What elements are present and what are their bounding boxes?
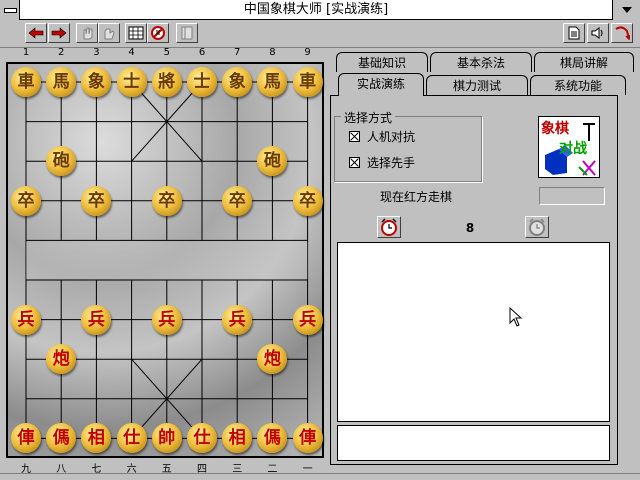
board-button[interactable] xyxy=(125,23,147,43)
undo-button[interactable] xyxy=(25,23,47,43)
move-list[interactable] xyxy=(337,242,610,422)
message-box xyxy=(337,425,610,461)
stop-button[interactable] xyxy=(147,23,169,43)
black-piece[interactable]: 車 xyxy=(11,67,41,97)
file-number-top-5: 5 xyxy=(163,47,170,58)
right-arrow-icon xyxy=(51,27,67,39)
book-icon xyxy=(181,26,193,40)
human-vs-computer-label: 人机对抗 xyxy=(367,130,416,144)
stop-icon xyxy=(151,26,165,40)
file-number-top-8: 8 xyxy=(269,47,276,58)
turn-status: 现在红方走棋 xyxy=(380,190,453,204)
system-menu-button[interactable] xyxy=(0,0,20,20)
red-piece[interactable]: 兵 xyxy=(11,304,41,335)
sound-button[interactable] xyxy=(587,23,609,43)
red-clock-button[interactable] xyxy=(377,216,401,238)
black-piece[interactable]: 士 xyxy=(116,67,147,97)
red-piece[interactable]: 帥 xyxy=(151,423,182,454)
black-piece[interactable]: 將 xyxy=(151,67,182,97)
document-button[interactable] xyxy=(563,23,585,43)
logo-text-1: 象棋 xyxy=(541,120,569,137)
logo-graphic: 象棋 对战 xyxy=(539,117,599,177)
black-piece[interactable]: 象 xyxy=(222,67,253,97)
file-numbers-bottom: 九八七六五四三二一 xyxy=(6,460,321,475)
tab-row1-0[interactable]: 基础知识 xyxy=(336,52,428,72)
black-piece[interactable]: 士 xyxy=(187,67,217,97)
file-number-top-3: 3 xyxy=(93,47,100,58)
alarm-clock-icon-2 xyxy=(529,218,545,236)
hand-button-2[interactable] xyxy=(98,23,120,43)
file-number-top-9: 9 xyxy=(304,47,311,58)
bottom-divider xyxy=(0,473,640,474)
red-piece[interactable]: 仕 xyxy=(116,423,147,454)
status-value-box xyxy=(539,187,605,205)
hand-icon xyxy=(83,27,93,40)
exit-icon xyxy=(615,26,630,40)
hand-icon-2 xyxy=(104,28,115,40)
river xyxy=(26,241,308,279)
black-piece[interactable]: 卒 xyxy=(222,185,253,216)
window-title: 中国象棋大师 [实战演练] xyxy=(243,2,389,17)
document-icon xyxy=(568,26,580,40)
tab-row1-1[interactable]: 基本杀法 xyxy=(430,52,532,72)
board-grid xyxy=(25,81,309,439)
chess-board[interactable] xyxy=(6,62,324,458)
human-vs-computer-checkbox[interactable] xyxy=(349,131,360,142)
red-piece[interactable]: 兵 xyxy=(151,304,182,335)
red-piece[interactable]: 兵 xyxy=(292,304,323,335)
black-piece[interactable]: 車 xyxy=(292,67,323,97)
select-mode-title: 选择方式 xyxy=(341,109,396,126)
black-piece[interactable]: 卒 xyxy=(81,185,112,216)
red-piece[interactable]: 兵 xyxy=(222,304,253,335)
file-number-top-4: 4 xyxy=(128,47,135,58)
minimize-button[interactable] xyxy=(612,0,640,20)
hand-button[interactable] xyxy=(76,23,98,43)
sound-icon xyxy=(591,27,603,39)
file-number-top-7: 7 xyxy=(234,47,241,58)
red-piece[interactable]: 俥 xyxy=(292,423,323,454)
exit-button[interactable] xyxy=(611,23,633,43)
redo-button[interactable] xyxy=(48,23,70,43)
tab-row1-2[interactable]: 棋局讲解 xyxy=(534,52,634,72)
choose-first-move-checkbox[interactable] xyxy=(349,157,360,168)
file-number-top-6: 6 xyxy=(198,47,206,58)
file-number-top-1: 1 xyxy=(22,47,30,58)
toolbar xyxy=(0,21,640,48)
black-clock-button[interactable] xyxy=(525,216,549,238)
alarm-clock-icon xyxy=(381,218,397,236)
tab-row2-2[interactable]: 系统功能 xyxy=(530,75,626,95)
xiangqi-logo: 象棋 对战 xyxy=(538,116,600,178)
board-icon xyxy=(128,26,144,40)
system-menu-icon xyxy=(4,8,17,13)
logo-text-2: 对战 xyxy=(559,140,587,157)
black-piece[interactable]: 馬 xyxy=(46,67,77,97)
black-piece[interactable]: 卒 xyxy=(11,185,41,216)
file-number-top-2: 2 xyxy=(58,47,65,58)
black-piece[interactable]: 卒 xyxy=(151,185,182,216)
tab-row2-1[interactable]: 棋力测试 xyxy=(426,75,528,95)
mouse-cursor-icon xyxy=(509,307,523,327)
tab-row2-0[interactable]: 实战演练 xyxy=(338,73,424,96)
choose-first-move-label: 选择先手 xyxy=(367,156,416,170)
move-counter: 8 xyxy=(465,221,475,235)
left-arrow-icon xyxy=(28,27,44,39)
book-button[interactable] xyxy=(176,23,198,43)
black-piece[interactable]: 卒 xyxy=(292,185,323,216)
file-numbers-top: 1 2 3 4 5 6 7 8 9 xyxy=(6,47,321,61)
red-piece[interactable]: 兵 xyxy=(81,304,112,335)
